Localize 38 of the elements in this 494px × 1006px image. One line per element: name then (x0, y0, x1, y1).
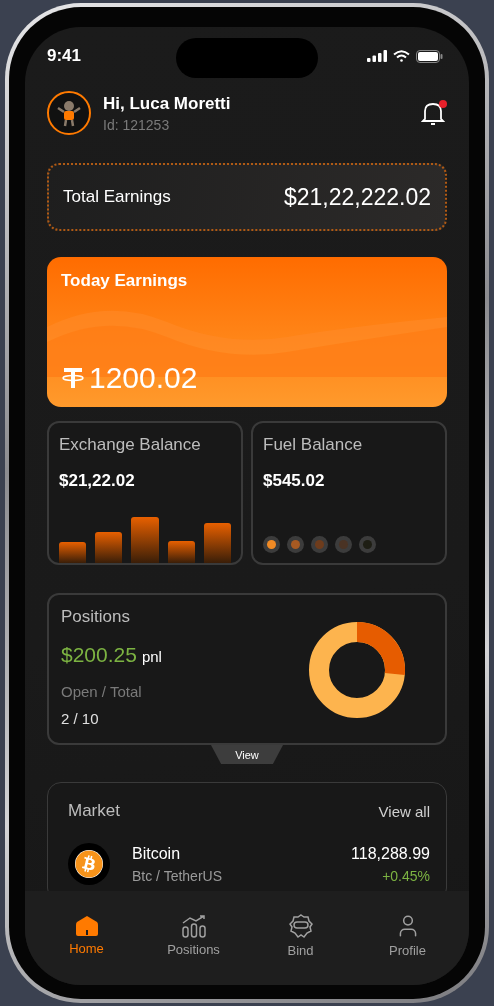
api-gear-icon (287, 912, 314, 939)
user-greeting: Hi, Luca Moretti (103, 93, 232, 114)
notification-bell-icon[interactable] (421, 100, 445, 126)
card-label: Total Earnings (63, 187, 171, 207)
nav-tab[interactable]: Home (33, 891, 140, 979)
coin-price: 118,288.99 (351, 844, 430, 863)
view-tab[interactable]: View (211, 745, 283, 764)
battery-icon (416, 49, 443, 63)
user-id: Id: 121253 (103, 116, 171, 133)
wifi-icon (393, 50, 410, 62)
open-total-label: Open / Total (61, 683, 143, 700)
card-label: Fuel Balance (263, 435, 364, 455)
today-amount: 1200.02 (89, 361, 198, 395)
nav-tab[interactable]: Bind (247, 891, 354, 979)
bar-chart-icon (180, 913, 207, 938)
pnl-amount: $200.25 (61, 643, 137, 667)
signal-icon (367, 50, 387, 62)
bitcoin-icon (75, 850, 103, 878)
market-title: Market (68, 801, 120, 821)
open-total-value: 2 / 10 (61, 710, 100, 727)
price-change: +0.45% (382, 867, 430, 884)
total-amount: $21,22,222.02 (283, 183, 431, 211)
card-label: Positions (61, 607, 131, 627)
nav-tab[interactable]: Positions (140, 891, 247, 979)
nav-tab[interactable]: Profile (354, 891, 461, 979)
balance-amount: $21,22.02 (59, 471, 136, 491)
mascot-icon (57, 99, 81, 127)
coin-name: Bitcoin (132, 844, 182, 863)
balance-amount: $545.02 (263, 471, 326, 491)
pnl-unit: pnl (141, 648, 162, 665)
card-label: Today Earnings (61, 271, 189, 291)
home-icon (74, 914, 99, 937)
coin-pair: Btc / TetherUS (132, 867, 223, 884)
tether-icon (61, 366, 85, 390)
view-all-link[interactable]: View all (378, 802, 430, 820)
status-time: 9:41 (47, 46, 82, 66)
card-label: Exchange Balance (59, 435, 202, 455)
avatar[interactable] (47, 91, 91, 135)
